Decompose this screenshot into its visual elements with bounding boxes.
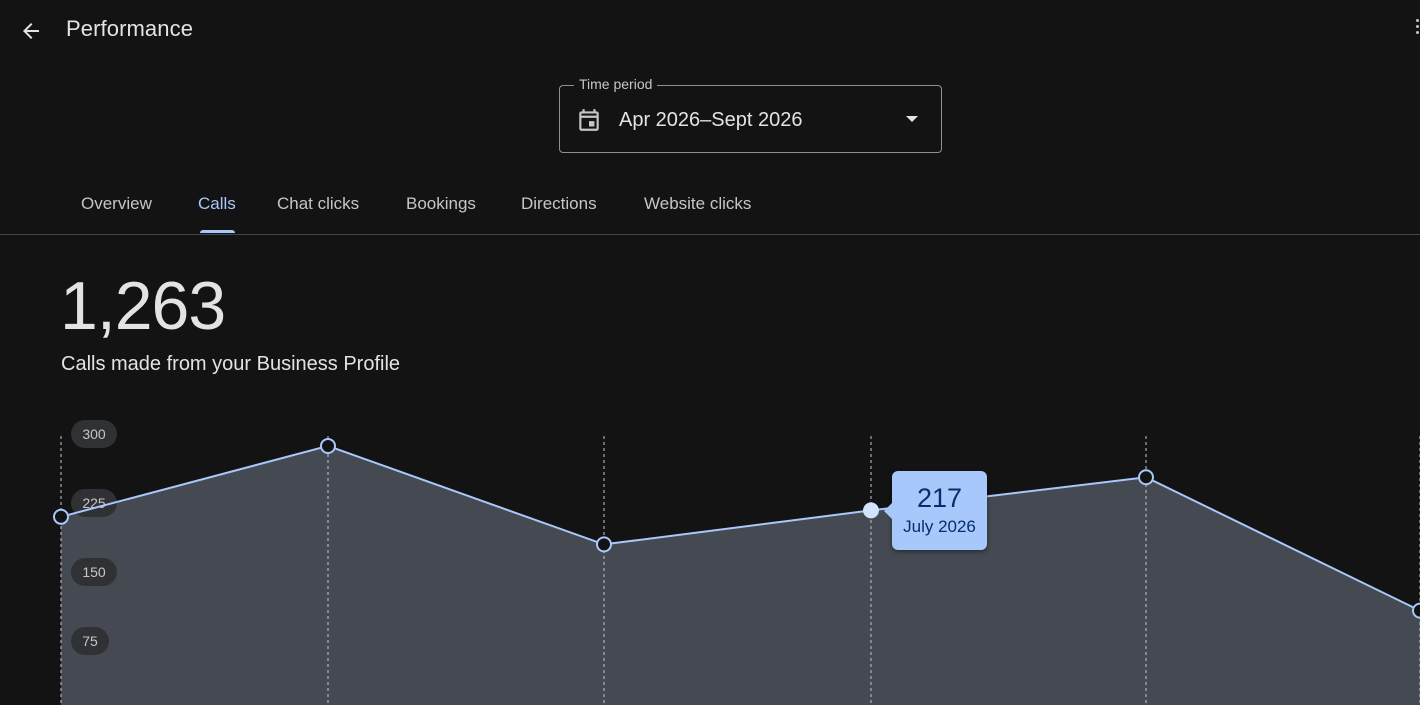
data-point-apr-2026 [53, 508, 69, 525]
data-point-jun-2026 [596, 536, 612, 553]
data-point-aug-2026 [1138, 469, 1154, 486]
calls-area-chart: 30022515075 [53, 420, 1420, 705]
tooltip-label: July 2026 [903, 517, 976, 536]
area-fill [61, 445, 1420, 705]
data-tooltip: 217 July 2026 [884, 471, 987, 550]
y-tick-label-300: 300 [82, 426, 106, 442]
tooltip-value: 217 [916, 483, 963, 513]
data-point-jul-2026 [863, 502, 879, 519]
data-point-may-2026 [320, 437, 336, 454]
data-point-sep-2026 [1412, 602, 1420, 619]
y-tick-label-75: 75 [82, 633, 98, 649]
y-tick-label-150: 150 [82, 564, 106, 580]
